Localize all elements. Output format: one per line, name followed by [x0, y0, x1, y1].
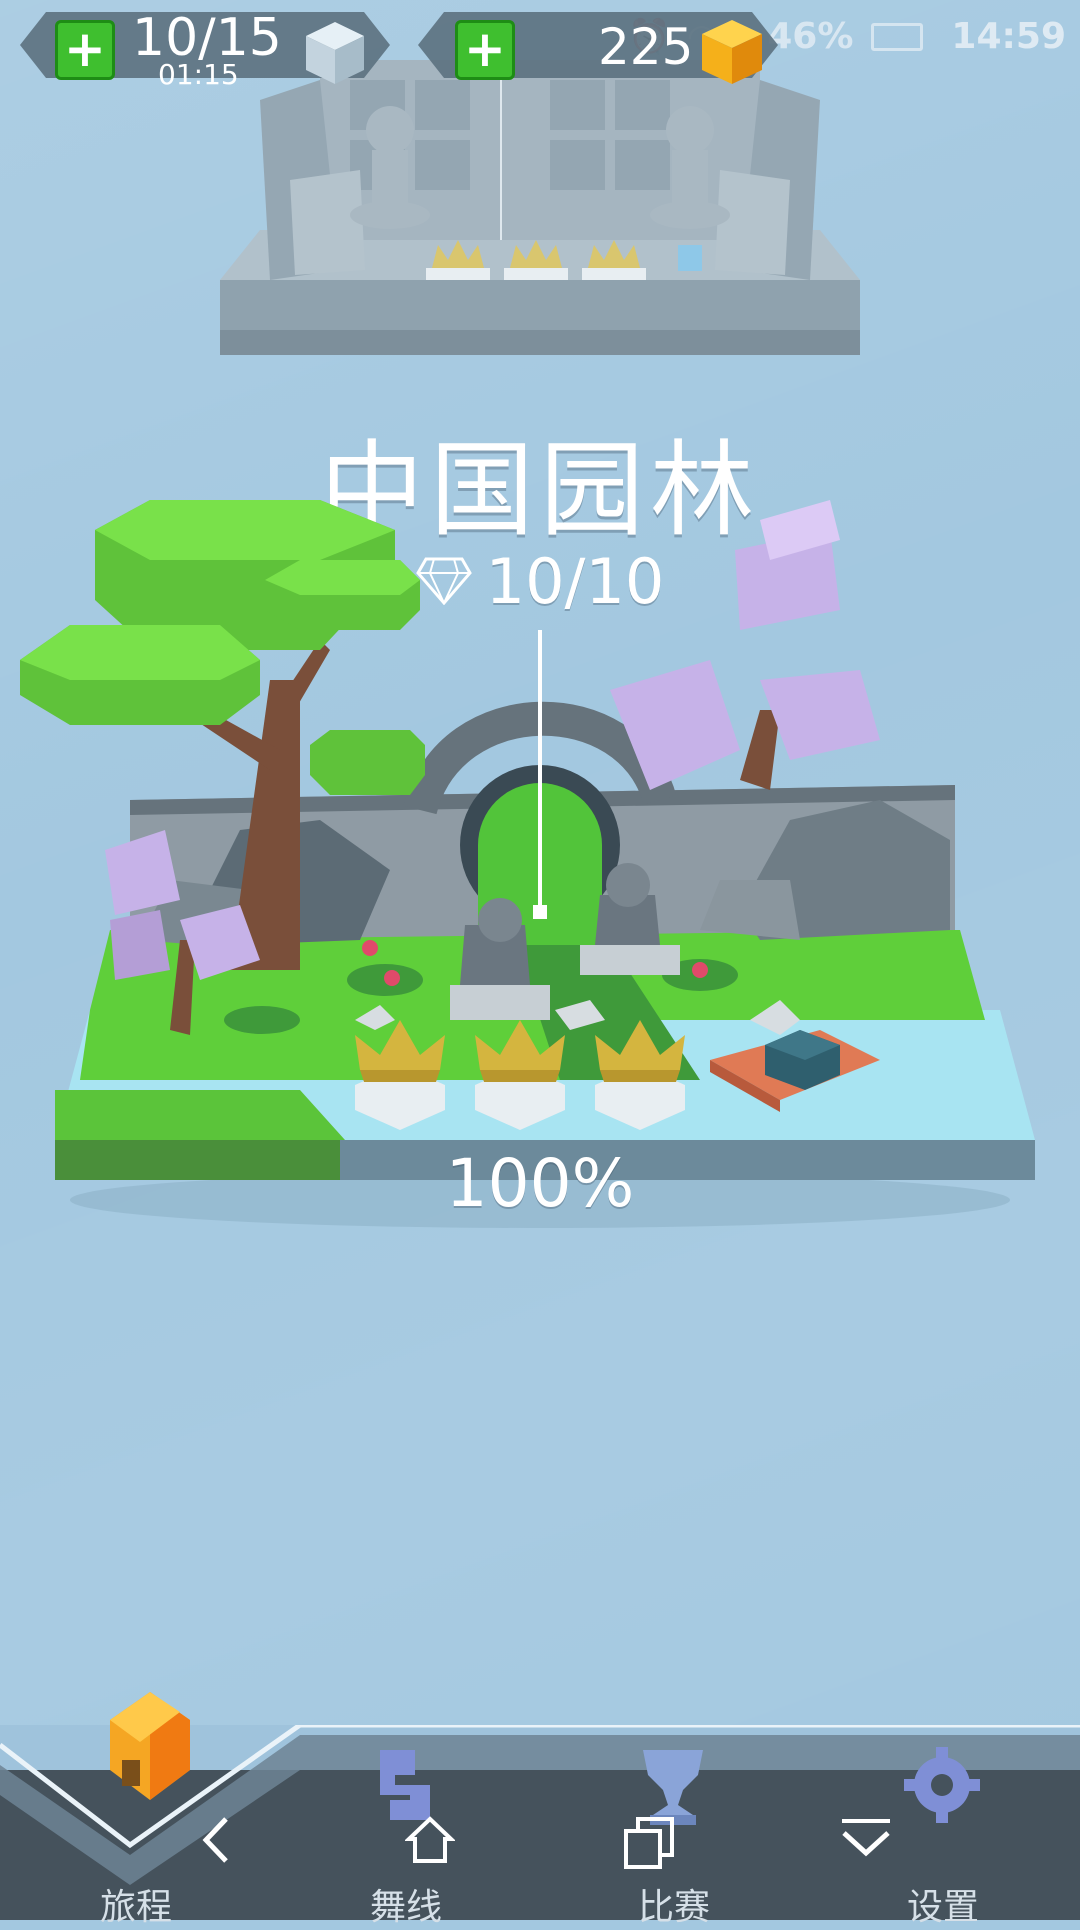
dance-line-icon[interactable] [370, 1745, 440, 1825]
clock: 14:59 [951, 16, 1066, 57]
hide-nav-button[interactable] [838, 1815, 894, 1861]
house-icon[interactable] [80, 1690, 200, 1810]
blossom-tree-right [610, 500, 880, 790]
gold-gem-icon [702, 20, 762, 84]
add-lives-button[interactable]: + [55, 20, 115, 80]
battery-icon [871, 22, 924, 51]
life-cube-icon [306, 22, 364, 84]
back-button[interactable] [196, 1815, 236, 1865]
recent-apps-button[interactable] [622, 1815, 678, 1871]
home-button[interactable] [405, 1815, 455, 1865]
tab-settings[interactable]: 设置 [843, 1878, 1043, 1930]
gems-count: 225 [598, 18, 694, 76]
add-gems-button[interactable]: + [455, 20, 515, 80]
gear-icon[interactable] [902, 1745, 982, 1825]
crowns [355, 1020, 685, 1130]
lives-timer: 01:15 [158, 58, 239, 91]
tab-journey[interactable]: 旅程 [36, 1878, 236, 1930]
tab-dance-line[interactable]: 舞线 [306, 1878, 506, 1930]
tab-competition[interactable]: 比赛 [574, 1878, 774, 1930]
completion-percent: 100% [445, 1145, 635, 1222]
battery-percent: 46% [767, 16, 854, 57]
previous-world-diorama[interactable] [200, 40, 880, 380]
